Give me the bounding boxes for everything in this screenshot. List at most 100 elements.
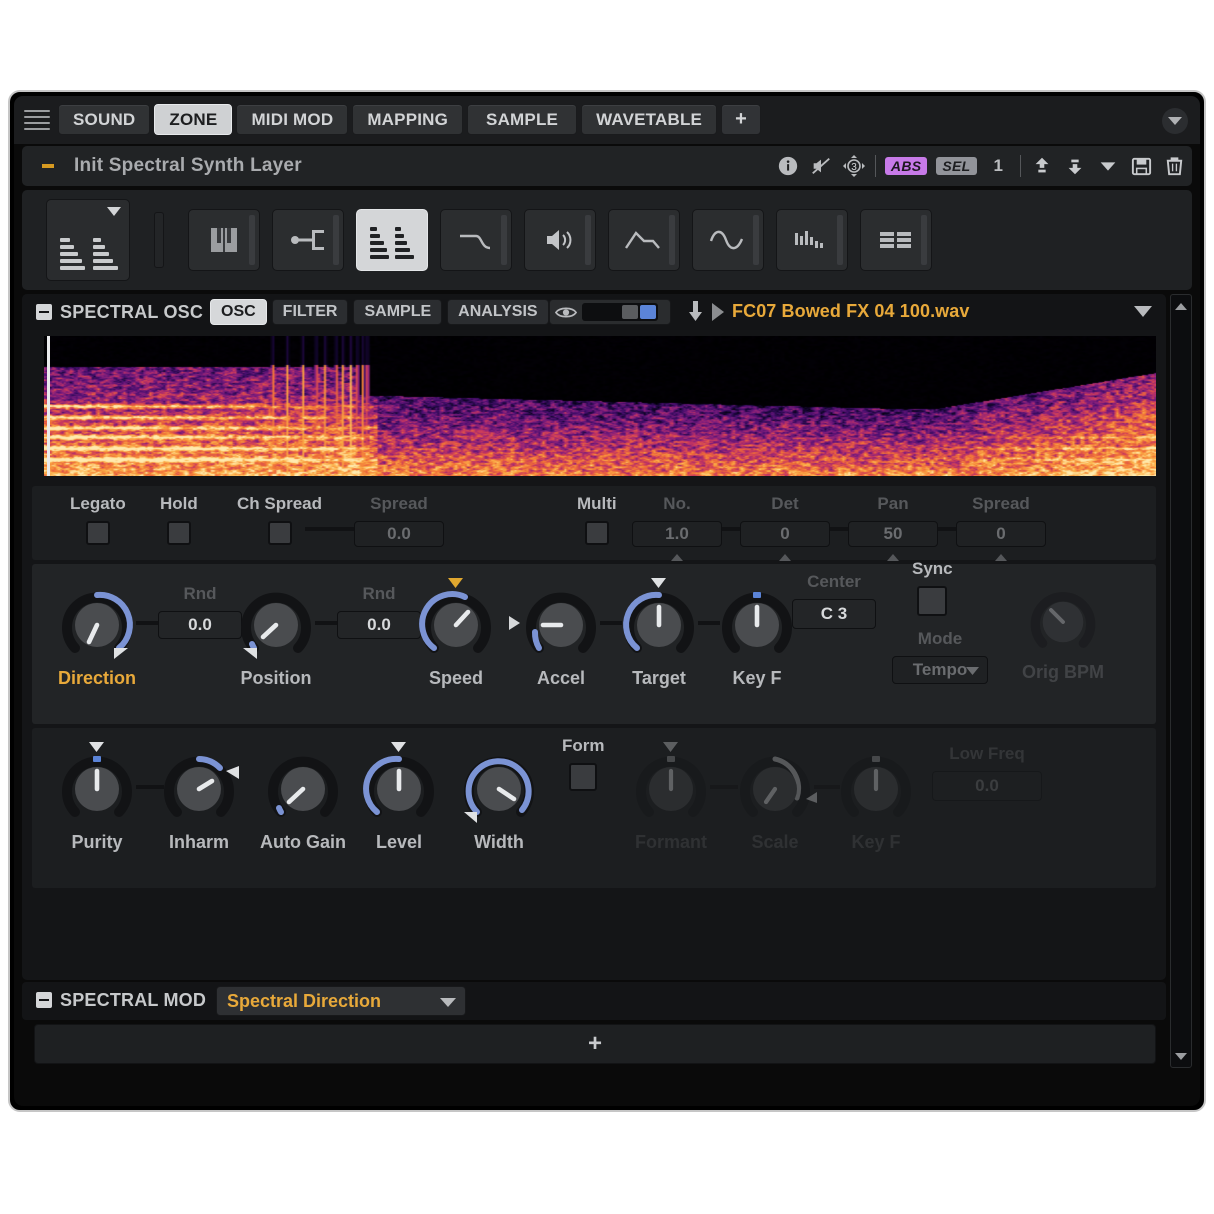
position-rnd-field[interactable]: 0.0 <box>337 611 421 639</box>
accel-label: Accel <box>537 668 585 689</box>
minus-box-icon[interactable] <box>36 304 52 320</box>
spread-field[interactable]: 0.0 <box>354 521 444 547</box>
display-toggle-group[interactable] <box>549 299 671 325</box>
vertical-scrollbar[interactable] <box>1170 294 1192 1068</box>
display-switch[interactable] <box>582 303 658 321</box>
trash-icon[interactable] <box>1162 154 1186 178</box>
orig-bpm-knob[interactable] <box>1027 586 1099 658</box>
keyf-knob-group: Key F <box>718 586 796 689</box>
spectral-osc-tabs: OSC FILTER SAMPLE ANALYSIS <box>210 299 549 325</box>
module-slot-tuning-fork[interactable] <box>272 209 344 271</box>
tab-label: OSC <box>221 303 256 321</box>
tab-analysis[interactable]: ANALYSIS <box>447 299 548 325</box>
tab-wavetable[interactable]: WAVETABLE <box>581 104 717 135</box>
spectral-bars-icon <box>60 222 118 270</box>
chevron-down-icon[interactable] <box>107 207 121 216</box>
tab-label: WAVETABLE <box>596 110 702 130</box>
purity-knob[interactable] <box>58 750 136 828</box>
low-freq-field[interactable]: 0.0 <box>932 771 1042 801</box>
speaker-muted-icon[interactable] <box>809 154 833 178</box>
caret-down-icon[interactable] <box>1134 306 1152 317</box>
direction-rnd-field[interactable]: 0.0 <box>158 611 242 639</box>
move-up-icon[interactable] <box>1030 154 1054 178</box>
minus-icon[interactable] <box>42 164 54 168</box>
slot-number[interactable]: 1 <box>986 156 1011 176</box>
add-mod-button[interactable]: + <box>34 1024 1156 1064</box>
minus-box-icon[interactable] <box>36 992 52 1008</box>
spectral-mod-select[interactable]: Spectral Direction <box>216 986 466 1016</box>
tab-mapping[interactable]: MAPPING <box>352 104 463 135</box>
play-icon <box>710 302 726 322</box>
det-uptick-icon <box>779 554 791 561</box>
add-tab-button[interactable]: + <box>721 104 761 135</box>
caret-down-icon[interactable] <box>1096 154 1120 178</box>
keyf-knob[interactable] <box>718 586 796 664</box>
legato-checkbox[interactable] <box>86 521 110 545</box>
app-root: SOUND ZONE MIDI MOD MAPPING SAMPLE WAVET… <box>0 0 1214 1214</box>
keyf2-knob[interactable] <box>837 750 915 828</box>
center-field[interactable]: C 3 <box>792 599 876 629</box>
module-slot-amp[interactable] <box>524 209 596 271</box>
target-mod-marker <box>651 578 667 589</box>
playhead-marker[interactable] <box>47 336 50 476</box>
scroll-up-icon[interactable] <box>1171 296 1191 316</box>
pan-field[interactable]: 50 <box>848 521 938 547</box>
floppy-save-icon[interactable] <box>1129 154 1153 178</box>
speed-knob[interactable] <box>417 586 495 664</box>
form-checkbox[interactable] <box>569 763 597 791</box>
width-label: Width <box>474 832 524 853</box>
multi-spread-field[interactable]: 0 <box>956 521 1046 547</box>
tab-zone[interactable]: ZONE <box>154 104 232 135</box>
spectrogram-display[interactable] <box>44 336 1156 476</box>
tab-filter[interactable]: FILTER <box>272 299 349 325</box>
move-3-icon[interactable]: 3 <box>842 154 866 178</box>
move-down-icon[interactable] <box>1063 154 1087 178</box>
add-mod-label: + <box>588 1030 602 1058</box>
spectral-osc-header: SPECTRAL OSC OSC FILTER SAMPLE ANALYSIS … <box>22 294 1166 330</box>
module-slot-lfo[interactable] <box>692 209 764 271</box>
no-uptick-icon <box>671 554 683 561</box>
level-mod-marker <box>391 742 407 753</box>
formant-knob[interactable] <box>632 750 710 828</box>
target-knob[interactable] <box>620 586 698 664</box>
scale-knob[interactable] <box>736 750 814 828</box>
module-slot-list[interactable] <box>860 209 932 271</box>
ch-spread-checkbox[interactable] <box>268 521 292 545</box>
hold-checkbox[interactable] <box>167 521 191 545</box>
spectrogram-canvas <box>44 336 1156 476</box>
sync-checkbox[interactable] <box>917 586 947 616</box>
sample-name[interactable]: FC07 Bowed FX 04 100.wav <box>732 301 970 322</box>
module-slot-spectral[interactable] <box>356 209 428 271</box>
sample-transport <box>687 300 726 324</box>
inharm-knob[interactable] <box>160 750 238 828</box>
tab-osc[interactable]: OSC <box>210 299 267 325</box>
tab-sound[interactable]: SOUND <box>58 104 150 135</box>
mode-select[interactable]: Tempo <box>892 656 988 684</box>
sel-badge[interactable]: SEL <box>936 157 976 175</box>
module-slot-piano-keys[interactable] <box>188 209 260 271</box>
info-icon[interactable] <box>776 154 800 178</box>
level-knob[interactable] <box>360 750 438 828</box>
tab-sample[interactable]: SAMPLE <box>467 104 577 135</box>
inharm-mod-marker <box>226 766 240 780</box>
window-collapse-button[interactable] <box>1162 108 1188 134</box>
speaker-amp-icon <box>541 227 579 253</box>
layer-toolbar: 3 ABS SEL 1 <box>776 146 1186 186</box>
auto-gain-knob[interactable] <box>264 750 342 828</box>
module-slot-filter[interactable] <box>440 209 512 271</box>
module-slot-selected[interactable] <box>46 199 130 281</box>
level-knob-group: Level <box>360 750 438 853</box>
scroll-down-icon[interactable] <box>1171 1046 1191 1066</box>
purity-label: Purity <box>71 832 122 853</box>
det-field[interactable]: 0 <box>740 521 830 547</box>
multi-checkbox[interactable] <box>585 521 609 545</box>
accel-knob[interactable] <box>522 586 600 664</box>
caret-down-icon <box>440 998 456 1007</box>
module-slot-step-mod[interactable] <box>776 209 848 271</box>
no-field[interactable]: 1.0 <box>632 521 722 547</box>
tab-sample[interactable]: SAMPLE <box>353 299 442 325</box>
hamburger-icon[interactable] <box>24 110 50 130</box>
abs-badge[interactable]: ABS <box>885 157 927 175</box>
module-slot-envelope[interactable] <box>608 209 680 271</box>
tab-midi-mod[interactable]: MIDI MOD <box>236 104 348 135</box>
